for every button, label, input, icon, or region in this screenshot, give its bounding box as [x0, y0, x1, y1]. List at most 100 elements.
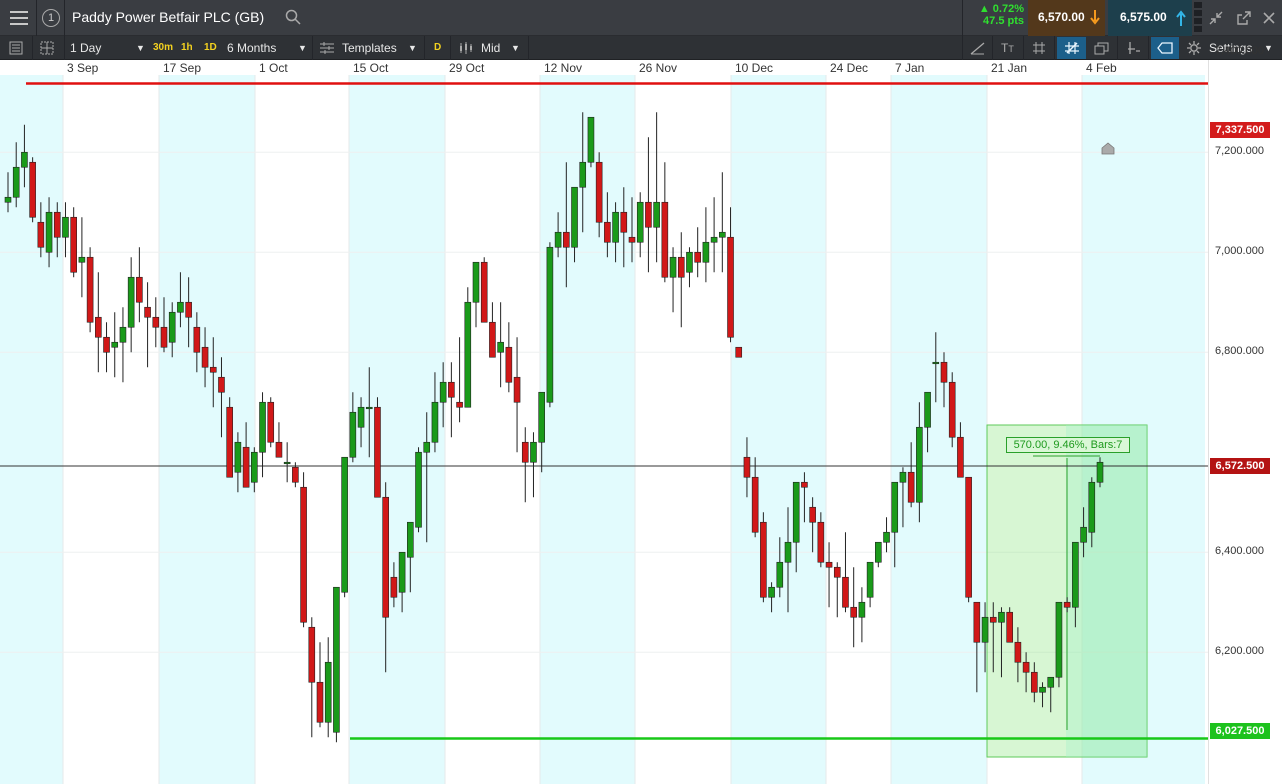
candle-body — [669, 256, 677, 278]
depth-bars-icon — [1194, 2, 1202, 34]
candle-body — [858, 601, 866, 618]
templates-menu[interactable]: Templates — [342, 36, 397, 60]
quick-1h-button[interactable]: 1h — [181, 36, 193, 60]
candle-body — [300, 486, 307, 623]
layout-grid-icon[interactable] — [40, 41, 54, 55]
support-price-label: 6,027.500 — [1210, 723, 1270, 739]
candle-body — [456, 401, 463, 408]
candle-body — [472, 261, 480, 303]
candle-body — [431, 401, 439, 443]
quick-1d-button[interactable]: 1D — [204, 36, 217, 60]
candle-body — [29, 161, 36, 218]
candle-body — [242, 446, 250, 488]
candle — [883, 517, 890, 553]
x-tick-label: 29 Oct — [449, 61, 485, 75]
interval-select[interactable]: 1 Day — [70, 36, 101, 60]
list-view-icon[interactable] — [9, 41, 23, 55]
candle — [850, 567, 857, 648]
candle-body — [177, 301, 184, 313]
candle-body — [1022, 661, 1030, 673]
candle — [283, 442, 291, 483]
minimize-icon[interactable] — [1208, 10, 1224, 26]
settings-chevron-down-icon[interactable]: ▼ — [1264, 36, 1273, 60]
candle — [448, 362, 455, 438]
x-tick-label: 7 Jan — [895, 61, 924, 75]
candle-body — [768, 586, 775, 598]
x-tick-label: 21 Jan — [991, 61, 1027, 75]
buy-button[interactable]: 6,575.00 — [1108, 0, 1192, 36]
candle-body — [448, 381, 455, 398]
y-axis: 7,400.000 7,200.000 7,000.000 6,800.000 6,40… — [1208, 45, 1282, 784]
candle-body — [275, 441, 283, 458]
candle-body — [267, 401, 275, 443]
candle — [760, 512, 767, 603]
candle-body — [439, 381, 447, 403]
candle — [587, 116, 595, 168]
candle-body — [989, 616, 997, 623]
candle-body — [201, 346, 209, 368]
indicator-icon[interactable] — [1126, 41, 1142, 55]
popout-icon[interactable] — [1236, 10, 1252, 26]
text-tool-icon[interactable]: TT — [1001, 36, 1014, 61]
candle-body — [62, 216, 69, 238]
d-button[interactable]: D — [434, 36, 441, 60]
instrument-name[interactable]: Paddy Power Betfair PLC (GB) — [72, 9, 264, 25]
candle-body — [21, 151, 28, 168]
price-chart[interactable]: 3 Sep 17 Sep 1 Oct 15 Oct 29 Oct 12 Nov 26 Nov… — [0, 60, 1282, 784]
candle-body — [1047, 676, 1055, 688]
candle-body — [259, 401, 266, 453]
quick-30m-button[interactable]: 30m — [153, 36, 173, 60]
candle-body — [1096, 461, 1104, 483]
candle-body — [415, 451, 422, 528]
candle-body — [78, 256, 86, 263]
search-icon[interactable] — [285, 9, 301, 25]
candle — [456, 337, 463, 423]
candle-body — [1055, 601, 1063, 678]
candle-body — [489, 321, 496, 358]
candle-body — [521, 441, 529, 463]
hamburger-menu-icon[interactable] — [10, 11, 28, 25]
window-number-icon[interactable]: 1 — [42, 9, 60, 27]
range-chevron-down-icon[interactable]: ▼ — [298, 36, 307, 60]
interval-chevron-down-icon[interactable]: ▼ — [136, 36, 145, 60]
close-icon[interactable] — [1262, 11, 1276, 25]
settings-gear-icon[interactable] — [1187, 41, 1201, 55]
candle-body — [891, 481, 899, 533]
candle — [735, 346, 743, 358]
candle-body — [168, 311, 176, 343]
price-type-select[interactable]: Mid — [481, 36, 500, 60]
candle — [95, 272, 102, 373]
candle-body — [899, 471, 907, 483]
candle — [530, 432, 537, 498]
candle-body — [784, 541, 792, 563]
grid-toggle-icon[interactable] — [1032, 41, 1046, 55]
candle — [103, 322, 110, 373]
candle-body — [965, 476, 972, 598]
candle — [965, 476, 972, 603]
layers-icon[interactable] — [1094, 41, 1110, 55]
candle — [300, 472, 307, 628]
range-select[interactable]: 6 Months — [227, 36, 276, 60]
candle-body — [554, 231, 562, 248]
candle-body — [817, 521, 825, 563]
candlestick-type-icon[interactable] — [458, 41, 474, 55]
templates-chevron-down-icon[interactable]: ▼ — [408, 36, 417, 60]
trendline-tool-icon[interactable] — [970, 41, 986, 55]
candle-body — [735, 346, 743, 358]
candle — [374, 397, 381, 498]
candle — [875, 541, 882, 568]
measure-toggle[interactable] — [1151, 37, 1179, 59]
x-tick-label: 24 Dec — [830, 61, 868, 75]
templates-icon[interactable] — [319, 41, 335, 55]
candle — [127, 257, 135, 353]
candle-body — [251, 451, 258, 483]
candle-body — [136, 276, 143, 303]
candle-body — [604, 221, 611, 243]
sell-button[interactable]: 6,570.00 — [1028, 0, 1105, 36]
candle-body — [595, 161, 603, 223]
candle-body — [924, 391, 931, 428]
x-tick-label: 1 Oct — [259, 61, 288, 75]
price-type-chevron-down-icon[interactable]: ▼ — [511, 36, 520, 60]
crosshair-toggle[interactable] — [1057, 37, 1086, 59]
candle — [521, 427, 529, 503]
